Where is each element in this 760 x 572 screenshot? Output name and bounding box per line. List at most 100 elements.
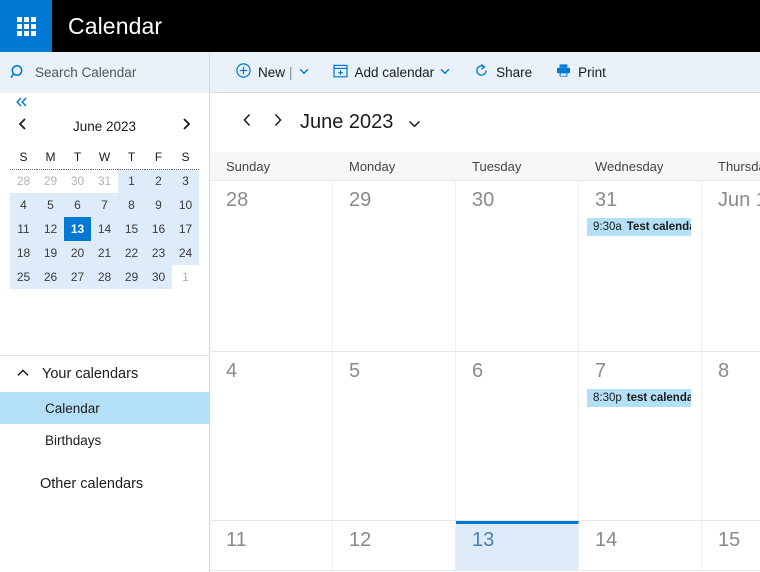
minicalendar-day[interactable]: 14 xyxy=(91,217,118,241)
calendar-day-cell[interactable]: 15 xyxy=(702,521,760,570)
minicalendar-day[interactable]: 29 xyxy=(118,265,145,289)
calendar-day-cell[interactable]: 13 xyxy=(456,521,579,570)
calendar-day-cell[interactable]: Jun 1 xyxy=(702,181,760,351)
calendar-day-number: 30 xyxy=(472,189,495,211)
calendar-week-row: 11 12 13 14 15 xyxy=(210,521,760,571)
calendar-day-number: 6 xyxy=(472,360,484,382)
next-month-button[interactable] xyxy=(262,112,292,133)
chevron-down-icon[interactable] xyxy=(440,67,450,78)
calendar-day-cell[interactable]: 31 9:30a Test calendar xyxy=(579,181,702,351)
calendar-main-panel: June 2023 Sunday Monday Tuesday Wednesday Th… xyxy=(210,93,760,572)
calendar-day-cell[interactable]: 28 xyxy=(210,181,333,351)
minicalendar-day[interactable]: 18 xyxy=(10,241,37,265)
weekday-header-row: Sunday Monday Tuesday Wednesday Thursday xyxy=(210,152,760,181)
minicalendar-day[interactable]: 30 xyxy=(64,169,91,193)
calendar-day-cell[interactable]: 14 xyxy=(579,521,702,570)
minicalendar-day[interactable]: 28 xyxy=(91,265,118,289)
calendar-view-title-button[interactable]: June 2023 xyxy=(300,111,421,134)
minicalendar-day[interactable]: 24 xyxy=(172,241,199,265)
double-chevron-left-icon xyxy=(14,96,30,111)
new-event-button[interactable]: New | xyxy=(236,52,309,92)
minicalendar-day[interactable]: 1 xyxy=(172,265,199,289)
minicalendar-day[interactable]: 6 xyxy=(64,193,91,217)
print-button[interactable]: Print xyxy=(556,52,606,92)
minicalendar-day[interactable]: 21 xyxy=(91,241,118,265)
search-input[interactable]: Search Calendar xyxy=(35,65,136,80)
calendar-plus-icon xyxy=(332,63,348,81)
collapse-sidebar-button[interactable] xyxy=(0,93,209,111)
add-calendar-button[interactable]: Add calendar xyxy=(332,52,451,92)
minicalendar-next-button[interactable] xyxy=(175,117,197,135)
minicalendar-day[interactable]: 19 xyxy=(37,241,64,265)
calendar-day-cell[interactable]: 7 8:30p test calendar xyxy=(579,352,702,520)
minicalendar-day[interactable]: 2 xyxy=(145,169,172,193)
calendar-day-number: 11 xyxy=(226,529,247,551)
minicalendar-day[interactable]: 29 xyxy=(37,169,64,193)
minicalendar-day[interactable]: 11 xyxy=(10,217,37,241)
minicalendar-day[interactable]: 8 xyxy=(118,193,145,217)
minicalendar-weekday-6: S xyxy=(172,147,199,170)
other-calendars-header[interactable]: Other calendars xyxy=(0,464,210,504)
minicalendar[interactable]: SMTWTFS 28 29 30 31 1 2 3 4 5 6 7 8 9 10 11 12 13 14 15 16 1… xyxy=(10,147,199,289)
chevron-down-icon[interactable] xyxy=(299,67,309,78)
calendar-day-cell[interactable]: 5 xyxy=(333,352,456,520)
minicalendar-day[interactable]: 9 xyxy=(145,193,172,217)
search-box[interactable]: Search Calendar xyxy=(0,52,210,93)
previous-month-button[interactable] xyxy=(232,112,262,133)
calendar-week-row: 4 5 6 7 8:30p test calendar 8 xyxy=(210,352,760,521)
calendar-day-cell[interactable]: 8 xyxy=(702,352,760,520)
weekday-header-wednesday: Wednesday xyxy=(595,158,664,174)
calendar-day-cell[interactable]: 12 xyxy=(333,521,456,570)
calendar-event-time: 8:30p xyxy=(593,392,622,404)
minicalendar-day[interactable]: 28 xyxy=(10,169,37,193)
app-launcher-waffle-icon[interactable] xyxy=(0,0,52,52)
add-calendar-label: Add calendar xyxy=(354,64,435,80)
calendar-day-cell[interactable]: 11 xyxy=(210,521,333,570)
calendar-day-cell[interactable]: 6 xyxy=(456,352,579,520)
minicalendar-day[interactable]: 27 xyxy=(64,265,91,289)
calendar-event[interactable]: 9:30a Test calendar xyxy=(587,218,691,236)
minicalendar-week-row: 28 29 30 31 1 2 3 xyxy=(10,169,199,193)
minicalendar-title[interactable]: June 2023 xyxy=(34,119,175,134)
minicalendar-day[interactable]: 3 xyxy=(172,169,199,193)
your-calendars-header[interactable]: Your calendars xyxy=(0,356,210,392)
minicalendar-weekday-5: F xyxy=(145,147,172,170)
minicalendar-day[interactable]: 20 xyxy=(64,241,91,265)
minicalendar-day[interactable]: 22 xyxy=(118,241,145,265)
calendar-day-number: 15 xyxy=(718,529,741,551)
minicalendar-day[interactable]: 26 xyxy=(37,265,64,289)
minicalendar-day[interactable]: 15 xyxy=(118,217,145,241)
minicalendar-day[interactable]: 17 xyxy=(172,217,199,241)
print-label: Print xyxy=(578,64,606,80)
minicalendar-week-row: 4 5 6 7 8 9 10 xyxy=(10,193,199,217)
calendar-day-cell[interactable]: 30 xyxy=(456,181,579,351)
minicalendar-day[interactable]: 5 xyxy=(37,193,64,217)
minicalendar-day[interactable]: 25 xyxy=(10,265,37,289)
calendar-list: Your calendars Calendar Birthdays Other c… xyxy=(0,356,210,504)
calendar-list-item[interactable]: Calendar xyxy=(0,392,210,424)
minicalendar-day[interactable]: 4 xyxy=(10,193,37,217)
your-calendars-label: Your calendars xyxy=(42,366,139,382)
minicalendar-day[interactable]: 16 xyxy=(145,217,172,241)
calendar-day-cell[interactable]: 29 xyxy=(333,181,456,351)
minicalendar-day[interactable]: 30 xyxy=(145,265,172,289)
calendar-day-number: 4 xyxy=(226,360,238,382)
chevron-down-icon[interactable] xyxy=(408,116,421,131)
calendar-day-number: Jun 1 xyxy=(718,189,760,211)
calendar-event[interactable]: 8:30p test calendar xyxy=(587,389,691,407)
minicalendar-day[interactable]: 23 xyxy=(145,241,172,265)
minicalendar-day[interactable]: 7 xyxy=(91,193,118,217)
your-calendars-items: Calendar Birthdays xyxy=(0,392,210,456)
minicalendar-day[interactable]: 12 xyxy=(37,217,64,241)
minicalendar-day[interactable]: 31 xyxy=(91,169,118,193)
minicalendar-day[interactable]: 10 xyxy=(172,193,199,217)
minicalendar-prev-button[interactable] xyxy=(12,117,34,135)
calendar-list-item[interactable]: Birthdays xyxy=(0,424,210,456)
calendar-day-cell[interactable]: 4 xyxy=(210,352,333,520)
minicalendar-day[interactable]: 1 xyxy=(118,169,145,193)
calendar-list-item-label: Birthdays xyxy=(45,432,102,448)
minicalendar-day[interactable]: 13 xyxy=(64,217,91,241)
calendar-day-number: 8 xyxy=(718,360,730,382)
share-button[interactable]: Share xyxy=(474,52,532,92)
command-toolbar: New | Add calendar Share Print xyxy=(210,52,760,93)
